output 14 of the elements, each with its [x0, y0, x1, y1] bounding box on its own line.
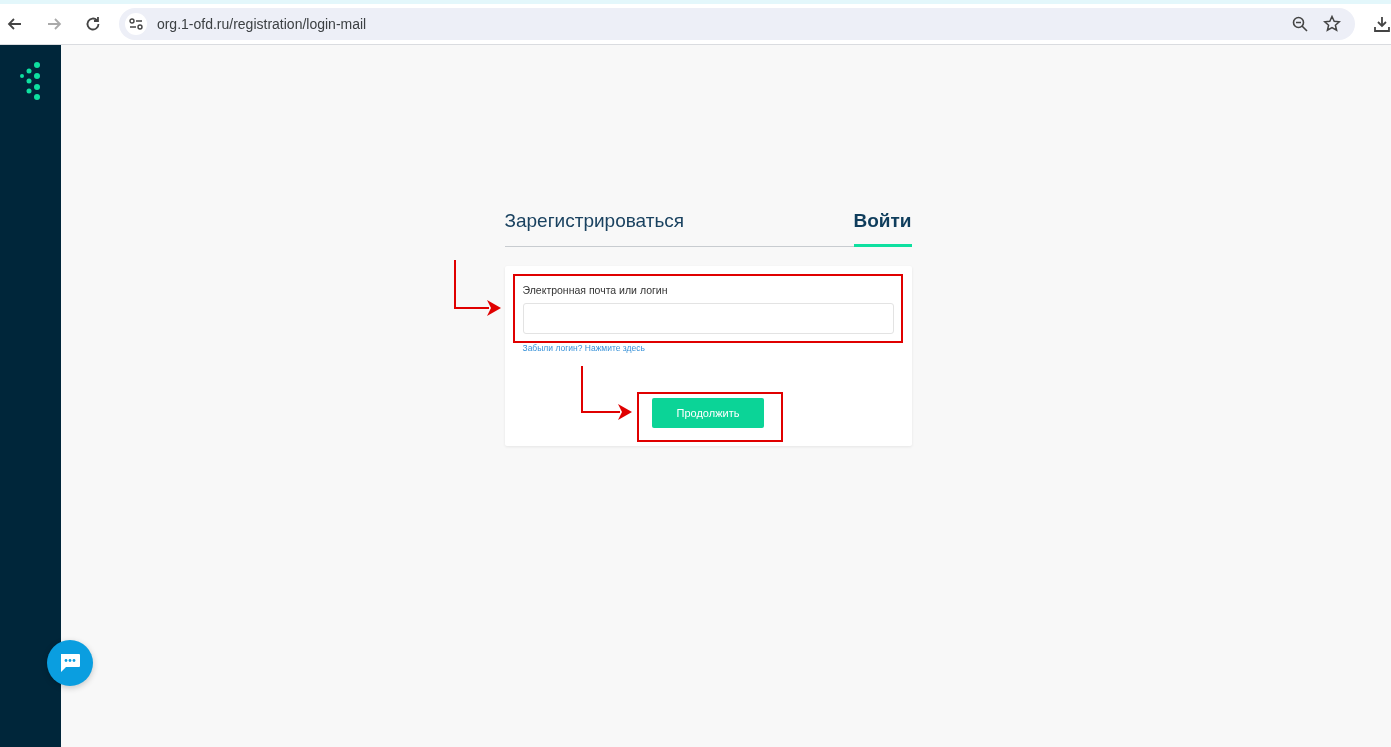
annotation-arrow: [453, 260, 501, 316]
email-input-field[interactable]: [522, 303, 894, 334]
form-tab[interactable]: Зарегистрироваться: [504, 205, 685, 247]
forgot-login-link[interactable]: Забыли логин? Нажмите здесь: [522, 343, 645, 353]
star-icon[interactable]: [1323, 15, 1342, 33]
site-settings-icon[interactable]: [128, 18, 143, 30]
chat-button[interactable]: [47, 640, 93, 686]
annotation-arrow: [580, 366, 632, 420]
download-icon[interactable]: [1373, 15, 1391, 33]
form-tab[interactable]: Войти: [853, 205, 912, 247]
chat-bubble-icon: [59, 653, 81, 673]
zoom-icon[interactable]: [1291, 15, 1310, 33]
logo-icon[interactable]: [18, 62, 43, 100]
field-label: Электронная почта или логин: [522, 284, 669, 296]
